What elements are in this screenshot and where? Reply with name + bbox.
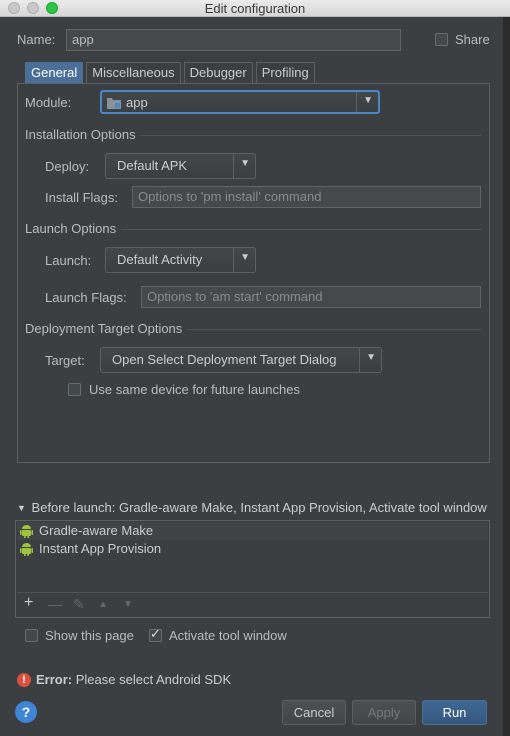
before-launch-header[interactable]: ▼ Before launch: Gradle-aware Make, Inst… (17, 500, 489, 515)
before-launch-list: Gradle-aware Make Instant App Provision … (15, 520, 490, 618)
title-bar: Edit configuration (0, 0, 510, 17)
move-up-icon[interactable]: ▲ (98, 599, 108, 610)
edit-icon[interactable]: ✎ (73, 596, 85, 613)
name-label: Name: (17, 32, 56, 47)
launch-flags-input[interactable]: Options to 'am start' command (141, 286, 481, 308)
show-this-page-checkbox[interactable] (25, 629, 38, 642)
tab-miscellaneous[interactable]: Miscellaneous (86, 62, 181, 83)
help-button[interactable]: ? (15, 701, 37, 723)
activate-tool-window-label: Activate tool window (169, 628, 287, 643)
deploy-value: Default APK (117, 158, 188, 173)
deploy-combo-separator (233, 154, 234, 178)
error-prefix: Error: (36, 672, 73, 687)
installation-options-title: Installation Options (25, 127, 136, 142)
tab-debugger[interactable]: Debugger (183, 62, 253, 83)
module-combo-separator (356, 92, 357, 112)
deployment-divider (187, 329, 481, 330)
same-device-checkbox[interactable] (68, 383, 81, 396)
share-checkbox[interactable] (435, 33, 448, 46)
install-flags-label: Install Flags: (45, 190, 118, 205)
target-value: Open Select Deployment Target Dialog (112, 352, 337, 367)
error-message: Error: Please select Android SDK (36, 672, 231, 687)
launch-divider (122, 229, 481, 230)
launch-value: Default Activity (117, 252, 203, 267)
move-down-icon[interactable]: ▼ (123, 599, 133, 610)
deployment-target-title: Deployment Target Options (25, 321, 183, 336)
expand-triangle-icon: ▼ (17, 503, 26, 513)
tab-general[interactable]: General (25, 62, 84, 83)
module-value: app (126, 95, 148, 110)
list-item-label: Instant App Provision (39, 541, 162, 556)
launch-options-title: Launch Options (25, 221, 117, 236)
cancel-button[interactable]: Cancel (282, 700, 346, 725)
target-label: Target: (45, 353, 85, 368)
tab-profiling[interactable]: Profiling (255, 62, 315, 83)
module-folder-icon (107, 98, 121, 109)
launch-flags-label: Launch Flags: (45, 290, 127, 305)
same-device-label: Use same device for future launches (89, 382, 300, 397)
deploy-combo[interactable]: Default APK ▼ (105, 153, 256, 179)
list-toolbar: + — ✎ ▲ ▼ (17, 592, 488, 616)
activate-tool-window-checkbox[interactable] (149, 627, 162, 642)
list-item[interactable]: Instant App Provision (17, 540, 488, 558)
config-tabs: General Miscellaneous Debugger Profiling (25, 62, 318, 83)
list-item-label: Gradle-aware Make (39, 523, 154, 538)
installation-divider (140, 135, 481, 136)
deploy-label: Deploy: (45, 159, 90, 174)
share-label: Share (455, 32, 490, 47)
launch-combo[interactable]: Default Activity ▼ (105, 247, 256, 273)
add-icon[interactable]: + (24, 594, 33, 612)
module-label: Module: (25, 95, 72, 110)
name-input[interactable]: app (66, 29, 401, 51)
run-button[interactable]: Run (422, 700, 487, 725)
list-item[interactable]: Gradle-aware Make (17, 522, 488, 540)
window-title: Edit configuration (204, 1, 306, 16)
chevron-down-icon: ▼ (240, 252, 250, 263)
chevron-down-icon: ▼ (366, 352, 376, 363)
launch-combo-separator (233, 248, 234, 272)
remove-icon[interactable]: — (48, 596, 62, 612)
target-combo[interactable]: Open Select Deployment Target Dialog ▼ (100, 347, 382, 373)
chevron-down-icon: ▼ (363, 95, 373, 106)
error-text: Please select Android SDK (75, 672, 232, 687)
launch-label: Launch: (45, 253, 92, 268)
window-edge (503, 17, 510, 736)
before-launch-summary: Before launch: Gradle-aware Make, Instan… (31, 500, 487, 515)
target-combo-separator (359, 348, 360, 372)
apply-button[interactable]: Apply (352, 700, 416, 725)
android-icon (20, 543, 33, 556)
install-flags-input[interactable]: Options to 'pm install' command (132, 186, 481, 208)
android-icon (20, 525, 33, 538)
error-icon: ! (17, 673, 31, 687)
chevron-down-icon: ▼ (240, 158, 250, 169)
module-combo[interactable]: app ▼ (100, 90, 380, 114)
show-this-page-label: Show this page (45, 628, 134, 643)
